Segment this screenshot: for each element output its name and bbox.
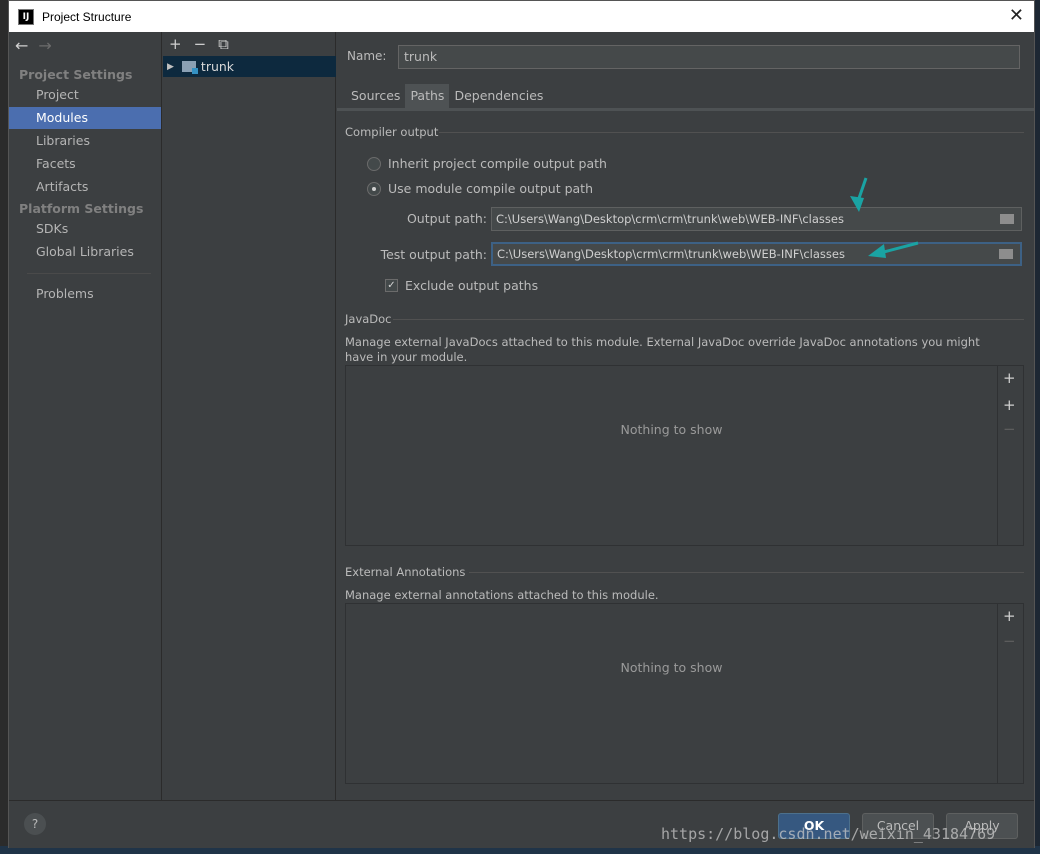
- javadoc-description: Manage external JavaDocs attached to thi…: [345, 335, 980, 364]
- help-icon[interactable]: ?: [24, 813, 46, 835]
- radio-button[interactable]: [367, 156, 381, 171]
- exclude-output-checkbox[interactable]: ✓: [385, 279, 398, 292]
- module-tabs: Sources Paths Dependencies: [346, 84, 548, 109]
- project-structure-dialog: IJ Project Structure ✕ ← → Project Setti…: [8, 0, 1035, 848]
- module-folder-icon: [181, 61, 198, 74]
- back-arrow-icon[interactable]: ←: [15, 36, 28, 55]
- javadoc-list-area[interactable]: Nothing to show: [346, 366, 998, 545]
- radio-label: Inherit project compile output path: [388, 156, 607, 171]
- javadoc-list: Nothing to show + + −: [345, 365, 1024, 546]
- remove-icon: −: [1003, 632, 1016, 650]
- project-settings-header: Project Settings: [19, 67, 133, 82]
- platform-settings-header: Platform Settings: [19, 201, 144, 216]
- nav-item-modules[interactable]: Modules: [9, 107, 161, 129]
- javadoc-title: JavaDoc: [345, 312, 392, 326]
- expand-arrow-icon[interactable]: ▶: [167, 62, 174, 72]
- group-divider: [393, 319, 1024, 320]
- exclude-output-label: Exclude output paths: [405, 278, 539, 293]
- remove-icon: −: [1003, 420, 1016, 438]
- window-title: Project Structure: [42, 9, 132, 24]
- radio-button-selected[interactable]: [367, 181, 381, 196]
- annotations-toolbar: + −: [998, 604, 1023, 783]
- exclude-output-checkbox-row[interactable]: ✓ Exclude output paths: [385, 278, 538, 293]
- remove-module-icon[interactable]: −: [194, 35, 207, 53]
- tree-node-label: trunk: [200, 59, 235, 74]
- name-label: Name:: [347, 49, 387, 63]
- nav-item-facets[interactable]: Facets: [9, 153, 161, 175]
- desktop-background: [0, 0, 8, 854]
- watermark: https://blog.csdn.net/weixin_43184769: [661, 825, 996, 843]
- javadoc-toolbar: + + −: [998, 366, 1023, 545]
- radio-label: Use module compile output path: [388, 181, 594, 196]
- settings-nav: ← → Project Settings Project Modules Lib…: [9, 32, 162, 800]
- add-icon[interactable]: +: [1003, 369, 1016, 387]
- nav-divider: [27, 273, 151, 274]
- empty-state-text: Nothing to show: [620, 422, 723, 437]
- inherit-output-radio[interactable]: Inherit project compile output path: [367, 156, 607, 171]
- output-path-value[interactable]: C:\Users\Wang\Desktop\crm\crm\trunk\web\…: [492, 212, 1000, 226]
- intellij-icon: IJ: [18, 8, 34, 25]
- tab-sources[interactable]: Sources: [346, 84, 405, 109]
- nav-item-artifacts[interactable]: Artifacts: [9, 176, 161, 198]
- annotations-list-area[interactable]: Nothing to show: [346, 604, 998, 783]
- compiler-output-title: Compiler output: [345, 125, 439, 139]
- empty-state-text: Nothing to show: [620, 660, 723, 675]
- test-output-path-label: Test output path:: [380, 247, 487, 262]
- output-path-field[interactable]: C:\Users\Wang\Desktop\crm\crm\trunk\web\…: [491, 207, 1022, 231]
- tree-node-trunk[interactable]: ▶ trunk: [163, 56, 336, 77]
- module-settings-panel: Name: trunk Sources Paths Dependencies C…: [337, 32, 1034, 800]
- tab-underline: [337, 108, 1034, 111]
- group-divider: [469, 572, 1024, 573]
- module-output-radio[interactable]: Use module compile output path: [367, 181, 593, 196]
- output-path-label: Output path:: [406, 211, 487, 226]
- annotations-description: Manage external annotations attached to …: [345, 588, 659, 602]
- folder-browse-icon[interactable]: [1000, 214, 1014, 224]
- add-url-icon[interactable]: +: [1003, 396, 1016, 414]
- test-output-path-field[interactable]: C:\Users\Wang\Desktop\crm\crm\trunk\web\…: [491, 242, 1022, 266]
- add-icon[interactable]: +: [1003, 607, 1016, 625]
- tree-toolbar: + − ⧉: [169, 35, 229, 53]
- nav-history: ← →: [15, 36, 52, 55]
- tab-paths[interactable]: Paths: [405, 84, 450, 109]
- title-bar: IJ Project Structure ✕: [9, 1, 1034, 32]
- nav-item-libraries[interactable]: Libraries: [9, 130, 161, 152]
- group-divider: [439, 132, 1024, 133]
- annotations-list: Nothing to show + −: [345, 603, 1024, 784]
- forward-arrow-icon: →: [38, 36, 52, 55]
- close-icon[interactable]: ✕: [1009, 6, 1024, 26]
- folder-browse-icon[interactable]: [999, 249, 1013, 259]
- nav-item-sdks[interactable]: SDKs: [9, 218, 161, 240]
- dialog-footer: ? OK Cancel Apply https://blog.csdn.net/…: [9, 800, 1034, 848]
- nav-item-global-libraries[interactable]: Global Libraries: [9, 241, 161, 263]
- copy-module-icon[interactable]: ⧉: [218, 35, 229, 53]
- module-tree: + − ⧉ ▶ trunk: [163, 32, 336, 800]
- test-output-path-value[interactable]: C:\Users\Wang\Desktop\crm\crm\trunk\web\…: [493, 247, 999, 261]
- nav-item-project[interactable]: Project: [9, 84, 161, 106]
- module-name-input[interactable]: trunk: [398, 45, 1020, 69]
- tab-dependencies[interactable]: Dependencies: [449, 84, 548, 109]
- add-module-icon[interactable]: +: [169, 35, 182, 53]
- external-annotations-title: External Annotations: [345, 565, 466, 579]
- nav-item-problems[interactable]: Problems: [9, 283, 161, 305]
